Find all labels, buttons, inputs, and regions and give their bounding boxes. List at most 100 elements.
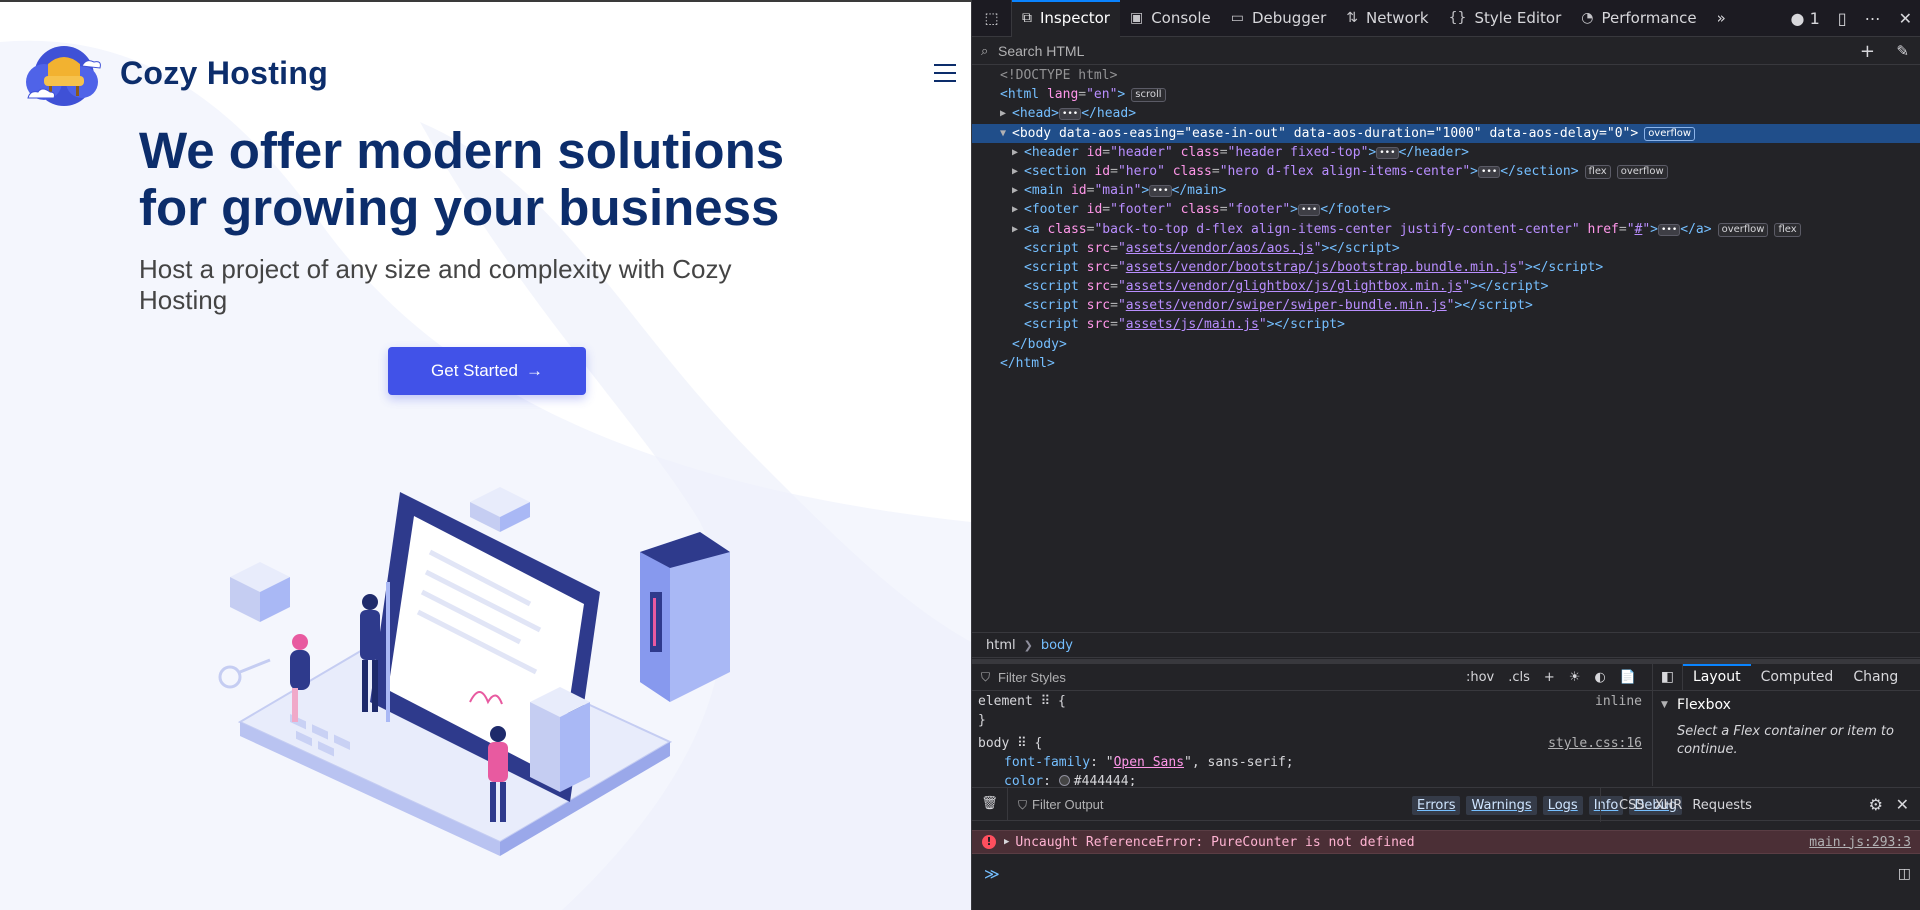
expand-triangle-icon[interactable]: ▶: [1012, 181, 1018, 200]
add-node-icon[interactable]: +: [1860, 41, 1875, 62]
toggle-sidebar-icon[interactable]: ◧: [1653, 663, 1683, 691]
error-icon: !: [982, 835, 996, 849]
close-icon[interactable]: ✕: [1896, 795, 1909, 814]
markup-node[interactable]: <script src="assets/vendor/glightbox/js/…: [972, 277, 1920, 296]
markup-node[interactable]: ▶ <footer id="footer" class="footer"> ••• <…: [972, 200, 1920, 219]
inspector-icon: ⧉: [1022, 10, 1032, 26]
trash-icon[interactable]: 🗑: [972, 787, 1008, 821]
filter-xhr[interactable]: XHR: [1655, 798, 1683, 813]
markup-node-code: <script src="assets/js/main.js"></script…: [1024, 317, 1345, 333]
markup-node-code: </body>: [1012, 336, 1067, 352]
eyedropper-icon[interactable]: ✎: [1896, 42, 1909, 60]
filter-styles-input[interactable]: [998, 669, 1418, 685]
filter-css[interactable]: CSS: [1619, 798, 1645, 813]
font-family-declaration[interactable]: font-family: "Open Sans", sans-serif;: [978, 753, 1652, 772]
error-text: Uncaught ReferenceError: PureCounter is …: [1015, 834, 1415, 850]
expand-triangle-icon[interactable]: ▶: [1004, 837, 1009, 847]
chevron-right-icon: ❯: [1023, 638, 1033, 652]
expand-triangle-icon[interactable]: ▶: [1012, 220, 1018, 239]
markup-node-code: </html>: [1000, 355, 1055, 371]
error-count-badge[interactable]: ● 1: [1782, 9, 1829, 28]
close-devtools-icon[interactable]: ✕: [1890, 9, 1920, 28]
expand-triangle-icon[interactable]: ▶: [1012, 143, 1018, 162]
markup-node[interactable]: </html>: [972, 354, 1920, 373]
request-filters: CSS XHR Requests: [1600, 788, 1752, 822]
markup-node[interactable]: ▶ <section id="hero" class="hero d-flex a…: [972, 162, 1920, 181]
markup-node[interactable]: ▶ <header id="header" class="header fixed…: [972, 143, 1920, 162]
more-options-icon[interactable]: ⋯: [1856, 9, 1890, 28]
expand-triangle-icon[interactable]: ▶: [1000, 104, 1006, 123]
markup-node[interactable]: <script src="assets/js/main.js"></script…: [972, 315, 1920, 334]
color-swatch-icon[interactable]: [1058, 775, 1070, 786]
console-error-message[interactable]: ! ▶ Uncaught ReferenceError: PureCounter…: [972, 830, 1920, 854]
hover-state-button[interactable]: :hov: [1466, 670, 1494, 685]
grid-icon: ⠿: [1017, 736, 1027, 751]
tab-debugger[interactable]: ▭ Debugger: [1221, 0, 1336, 37]
tab-style-editor[interactable]: {} Style Editor: [1439, 0, 1572, 37]
markup-node[interactable]: <script src="assets/vendor/aos/aos.js"><…: [972, 239, 1920, 258]
console-toolbar: 🗑 ⛉ Errors Warnings Logs Info Debug CSS …: [972, 787, 1920, 822]
filter-warnings[interactable]: Warnings: [1466, 795, 1537, 815]
error-location-link[interactable]: main.js:293:3: [1809, 835, 1911, 850]
hamburger-menu-icon[interactable]: [934, 64, 956, 84]
tab-network[interactable]: ⇅ Network: [1336, 0, 1438, 37]
breadcrumb: html ❯ body: [972, 632, 1920, 658]
css-value: , sans-serif;: [1191, 755, 1294, 770]
grid-icon: ⠿: [1040, 694, 1051, 709]
markup-node[interactable]: ▶ <main id="main"> ••• </main>: [972, 181, 1920, 200]
add-rule-icon[interactable]: +: [1544, 670, 1555, 685]
markup-node[interactable]: <html lang="en"> scroll: [972, 85, 1920, 104]
markup-node-code: <header id="header" class="header fixed-…: [1024, 144, 1469, 160]
error-icon: ●: [1790, 9, 1805, 28]
expand-triangle-icon[interactable]: ▶: [1012, 200, 1018, 219]
filter-requests[interactable]: Requests: [1692, 798, 1752, 813]
console-input[interactable]: ≫ ◫: [972, 860, 1920, 910]
css-rules: element ⠿ { inline } body ⠿ { style.css:…: [972, 692, 1652, 786]
element-picker-icon[interactable]: ⬚: [972, 0, 1012, 37]
flexbox-note: Select a Flex container or item to conti…: [1677, 724, 1894, 757]
breadcrumb-body[interactable]: body: [1041, 638, 1073, 653]
markup-node[interactable]: <script src="assets/vendor/bootstrap/js/…: [972, 258, 1920, 277]
classes-button[interactable]: .cls: [1508, 670, 1530, 685]
breadcrumb-html[interactable]: html: [986, 638, 1016, 653]
markup-node[interactable]: ▶ <head> ••• </head>: [972, 104, 1920, 123]
markup-node-code: <footer id="footer" class="footer"> ••• </…: [1024, 202, 1391, 218]
tab-inspector[interactable]: ⧉ Inspector: [1012, 0, 1120, 37]
dark-scheme-icon[interactable]: ◐: [1594, 670, 1605, 685]
responsive-design-icon[interactable]: ▯: [1829, 9, 1856, 28]
collapse-triangle-icon: ▼: [1661, 700, 1668, 710]
element-rule: element ⠿ { inline: [978, 692, 1652, 711]
editor-mode-icon[interactable]: ◫: [1898, 866, 1911, 882]
tab-layout[interactable]: Layout: [1683, 664, 1751, 691]
layout-sidebar: ◧ Layout Computed Chang ▼ Flexbox Select…: [1652, 663, 1920, 786]
markup-node-code: <html lang="en"> scroll: [1000, 85, 1166, 104]
tab-label: Style Editor: [1474, 9, 1562, 27]
markup-node[interactable]: </body>: [972, 335, 1920, 354]
markup-node[interactable]: <script src="assets/vendor/swiper/swiper…: [972, 296, 1920, 315]
style-editor-icon: {}: [1448, 10, 1467, 26]
markup-node[interactable]: ▶ <a class="back-to-top d-flex align-item…: [972, 220, 1920, 239]
get-started-button[interactable]: Get Started →: [388, 347, 586, 395]
site-logo[interactable]: Cozy Hosting: [20, 36, 328, 110]
color-declaration[interactable]: color: #444444;: [978, 772, 1652, 786]
rule-source-link[interactable]: style.css:16: [1548, 734, 1642, 753]
flexbox-section[interactable]: ▼ Flexbox: [1653, 691, 1920, 713]
markup-node[interactable]: <!DOCTYPE html>: [972, 66, 1920, 85]
tab-changes[interactable]: Chang: [1843, 669, 1908, 685]
rule-brace: {: [1034, 736, 1043, 751]
tab-computed[interactable]: Computed: [1751, 669, 1844, 685]
print-media-icon[interactable]: 📄: [1620, 670, 1636, 685]
gear-icon[interactable]: ⚙: [1869, 795, 1883, 814]
filter-output-input[interactable]: [1032, 796, 1332, 812]
tab-console[interactable]: ▣ Console: [1120, 0, 1221, 37]
tab-performance[interactable]: ◔ Performance: [1571, 0, 1706, 37]
tab-label: Debugger: [1251, 9, 1327, 27]
search-html-input[interactable]: [998, 43, 1818, 59]
collapse-triangle-icon[interactable]: ▼: [1000, 124, 1006, 143]
markup-node[interactable]: ▼ <body data-aos-easing="ease-in-out" dat…: [972, 123, 1920, 143]
light-scheme-icon[interactable]: ☀: [1569, 670, 1581, 685]
expand-triangle-icon[interactable]: ▶: [1012, 162, 1018, 181]
more-tabs-icon[interactable]: »: [1707, 0, 1736, 37]
filter-logs[interactable]: Logs: [1542, 795, 1583, 815]
filter-errors[interactable]: Errors: [1412, 795, 1461, 815]
